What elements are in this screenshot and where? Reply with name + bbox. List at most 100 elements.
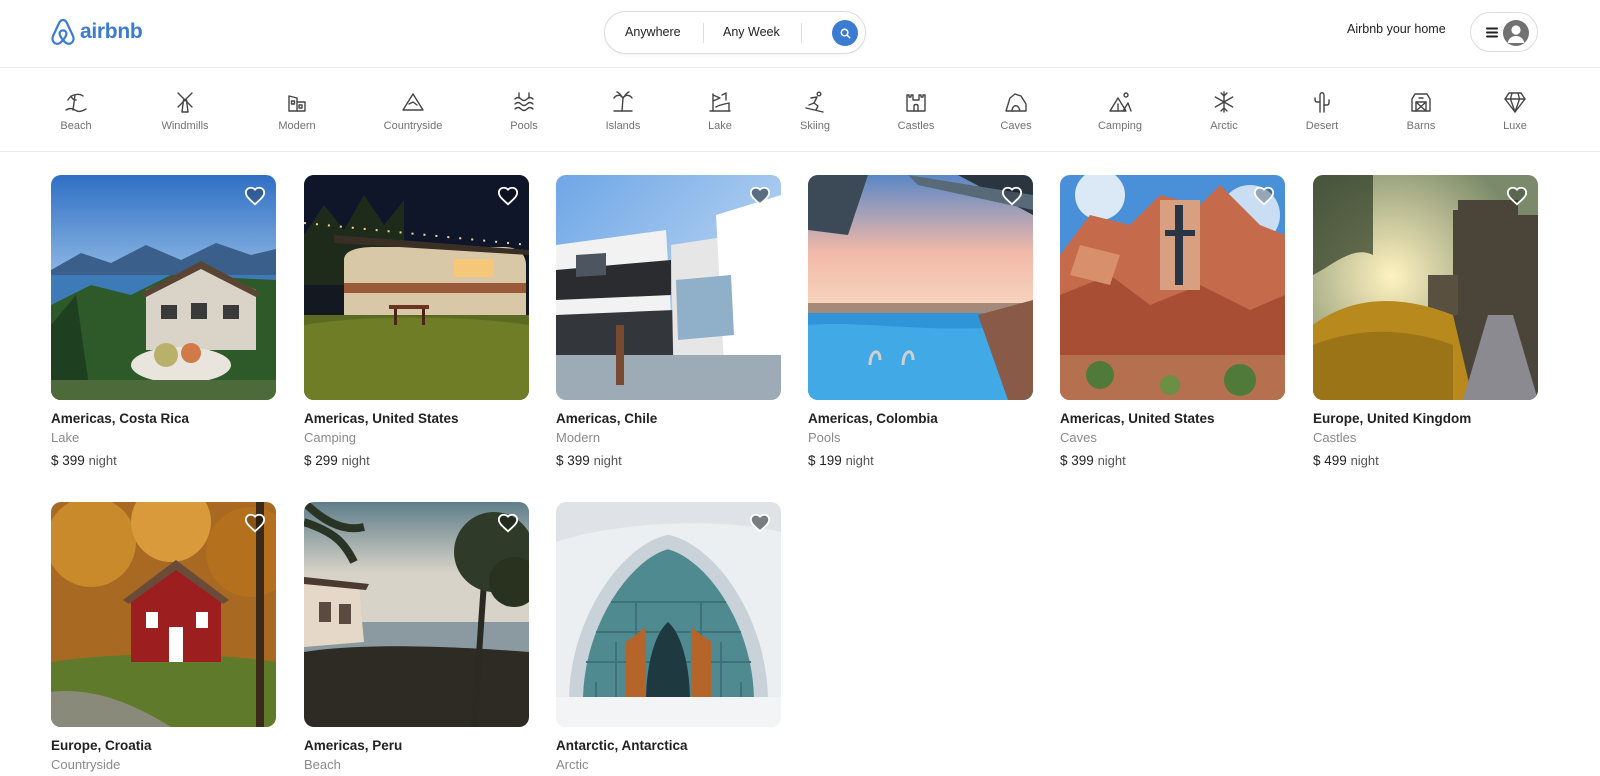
listing-price: $ 399 (556, 453, 590, 468)
category-caves[interactable]: Caves (971, 90, 1061, 132)
search-anywhere[interactable]: Anywhere (625, 12, 681, 53)
heart-icon[interactable] (244, 185, 266, 207)
category-label: Modern (278, 120, 316, 132)
lake-house-photo (51, 175, 276, 400)
listing-photo[interactable] (556, 175, 781, 400)
cactus-icon (1314, 92, 1330, 113)
category-countryside[interactable]: Countryside (368, 90, 458, 132)
airbnb-wordmark: airbnb (80, 20, 143, 43)
listing-category: Caves (1060, 430, 1097, 445)
airbnb-logo[interactable]: airbnb (50, 17, 143, 47)
listing-photo[interactable] (304, 175, 529, 400)
search-icon (840, 28, 850, 38)
listing-price-unit: night (845, 453, 874, 468)
ice-hotel-photo (556, 502, 781, 727)
category-arctic[interactable]: Arctic (1179, 90, 1269, 132)
listing-card[interactable]: Americas, United States Caves $ 399 nigh… (1060, 175, 1285, 468)
listing-category: Camping (304, 430, 357, 445)
heart-icon[interactable] (749, 185, 771, 207)
listing-price-line: $ 499 night (1313, 453, 1538, 468)
listing-location: Antarctic, Antarctica (556, 738, 688, 753)
listing-price-unit: night (88, 453, 117, 468)
category-label: Windmills (161, 120, 209, 132)
search-divider (703, 23, 704, 43)
heart-icon[interactable] (749, 512, 771, 534)
listing-card[interactable]: Americas, United States Camping $ 299 ni… (304, 175, 529, 468)
listing-card[interactable]: Americas, Chile Modern $ 399 night (556, 175, 781, 468)
heart-icon[interactable] (1253, 185, 1275, 207)
pool-icon (514, 92, 534, 112)
heart-icon[interactable] (497, 512, 519, 534)
listing-card[interactable]: Americas, Peru Beach (304, 502, 529, 772)
category-desert[interactable]: Desert (1277, 90, 1367, 132)
red-cottage-photo (51, 502, 276, 727)
airbnb-your-home-link[interactable]: Airbnb your home (1347, 22, 1446, 36)
listing-price-unit: night (1097, 453, 1126, 468)
listing-photo[interactable] (304, 502, 529, 727)
beach-icon (65, 93, 87, 113)
listing-photo[interactable] (51, 175, 276, 400)
listing-card[interactable]: Antarctic, Antarctica Arctic (556, 502, 781, 772)
category-windmills[interactable]: Windmills (140, 90, 230, 132)
listing-card[interactable]: Americas, Costa Rica Lake $ 399 night (51, 175, 276, 468)
listing-price: $ 399 (51, 453, 85, 468)
listing-location: Europe, Croatia (51, 738, 152, 753)
hamburger-icon (1486, 27, 1498, 38)
red-rock-chapel-photo (1060, 175, 1285, 400)
category-pools[interactable]: Pools (479, 90, 569, 132)
skier-icon (805, 91, 824, 113)
category-label: Lake (708, 120, 732, 132)
search-button[interactable] (832, 20, 858, 46)
listing-category: Modern (556, 430, 601, 445)
category-luxe[interactable]: Luxe (1470, 90, 1560, 132)
category-label: Camping (1097, 120, 1143, 132)
listing-location: Americas, Colombia (808, 411, 938, 426)
listing-photo[interactable] (808, 175, 1033, 400)
listing-card[interactable]: Europe, Croatia Countryside (51, 502, 276, 772)
listing-price: $ 499 (1313, 453, 1347, 468)
category-label: Skiing (800, 120, 830, 132)
user-menu-button[interactable] (1470, 12, 1538, 52)
listing-price-line: $ 399 night (1060, 453, 1285, 468)
listing-photo[interactable] (1313, 175, 1538, 400)
category-camping[interactable]: Camping (1075, 90, 1165, 132)
listing-photo[interactable] (51, 502, 276, 727)
category-label: Arctic (1210, 120, 1238, 132)
listing-location: Americas, Costa Rica (51, 411, 190, 426)
category-castles[interactable]: Castles (871, 90, 961, 132)
heart-icon[interactable] (1001, 185, 1023, 207)
listing-price-unit: night (1350, 453, 1379, 468)
category-skiing[interactable]: Skiing (770, 90, 860, 132)
heart-icon[interactable] (1506, 185, 1528, 207)
castle-garden-photo (1313, 175, 1538, 400)
listing-price: $ 299 (304, 453, 338, 468)
listing-photo[interactable] (556, 502, 781, 727)
heart-icon[interactable] (497, 185, 519, 207)
category-label: Castles (897, 120, 935, 132)
camper-trailer-photo (304, 175, 529, 400)
category-islands[interactable]: Islands (578, 90, 668, 132)
listing-card[interactable]: Europe, United Kingdom Castles $ 499 nig… (1313, 175, 1538, 468)
snowflake-icon (1214, 91, 1234, 113)
search-any-week[interactable]: Any Week (723, 12, 780, 53)
listing-location: Americas, United States (304, 411, 459, 426)
windmill-icon (177, 92, 193, 113)
category-beach[interactable]: Beach (31, 90, 121, 132)
category-label: Beach (60, 120, 92, 132)
beach-house-photo (304, 502, 529, 727)
listing-price-line: $ 199 night (808, 453, 1033, 468)
category-barns[interactable]: Barns (1376, 90, 1466, 132)
listing-location: Europe, United Kingdom (1313, 411, 1472, 426)
mountain-icon (402, 93, 424, 111)
category-modern[interactable]: Modern (252, 90, 342, 132)
listing-photo[interactable] (1060, 175, 1285, 400)
listing-price-line: $ 399 night (51, 453, 276, 468)
category-lake[interactable]: Lake (675, 90, 765, 132)
listing-card[interactable]: Americas, Colombia Pools $ 199 night (808, 175, 1033, 468)
heart-icon[interactable] (244, 512, 266, 534)
palm-tree-icon (613, 91, 633, 112)
search-bar[interactable]: Anywhere Any Week (604, 11, 866, 54)
listing-price-line: $ 299 night (304, 453, 529, 468)
diamond-icon (1504, 92, 1526, 113)
listing-category: Arctic (556, 757, 589, 772)
